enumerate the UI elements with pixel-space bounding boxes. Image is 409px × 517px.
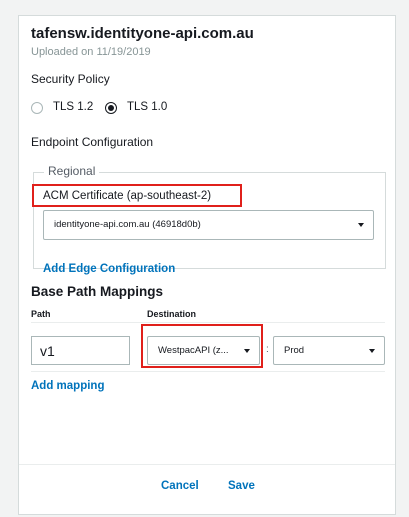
base-path-mappings-title: Base Path Mappings [31,284,164,299]
security-policy-label: Security Policy [31,72,110,86]
save-button[interactable]: Save [228,480,255,492]
domain-title: tafensw.identityone-api.com.au [31,25,254,42]
header-divider [31,322,385,323]
cancel-button[interactable]: Cancel [161,480,199,492]
acm-certificate-label: ACM Certificate (ap-southeast-2) [43,190,212,202]
regional-legend: Regional [44,164,100,178]
stage-select[interactable]: Prod [273,336,385,365]
add-mapping-link[interactable]: Add mapping [31,380,104,392]
tls12-radio[interactable] [31,102,43,114]
destination-separator: : [266,344,269,355]
row-divider [31,371,385,372]
destination-highlight-box [141,324,263,368]
footer-divider [19,464,395,465]
tls10-radio[interactable] [105,102,117,114]
destination-column-header: Destination [147,309,197,319]
path-input-value: v1 [40,343,55,359]
tls10-label: TLS 1.0 [127,101,168,113]
path-column-header: Path [31,309,51,319]
certificate-select-value: identityone-api.com.au (46918d0b) [54,219,201,230]
stage-select-value: Prod [284,345,305,356]
endpoint-config-label: Endpoint Configuration [31,135,154,149]
certificate-select[interactable]: identityone-api.com.au (46918d0b) [43,210,374,240]
chevron-down-icon [358,223,364,227]
add-edge-configuration-link[interactable]: Add Edge Configuration [43,263,175,275]
chevron-down-icon [369,349,375,353]
tls12-label: TLS 1.2 [53,101,94,113]
custom-domain-panel: tafensw.identityone-api.com.au Uploaded … [18,15,396,515]
path-input[interactable]: v1 [31,336,130,365]
upload-date: Uploaded on 11/19/2019 [31,46,151,58]
